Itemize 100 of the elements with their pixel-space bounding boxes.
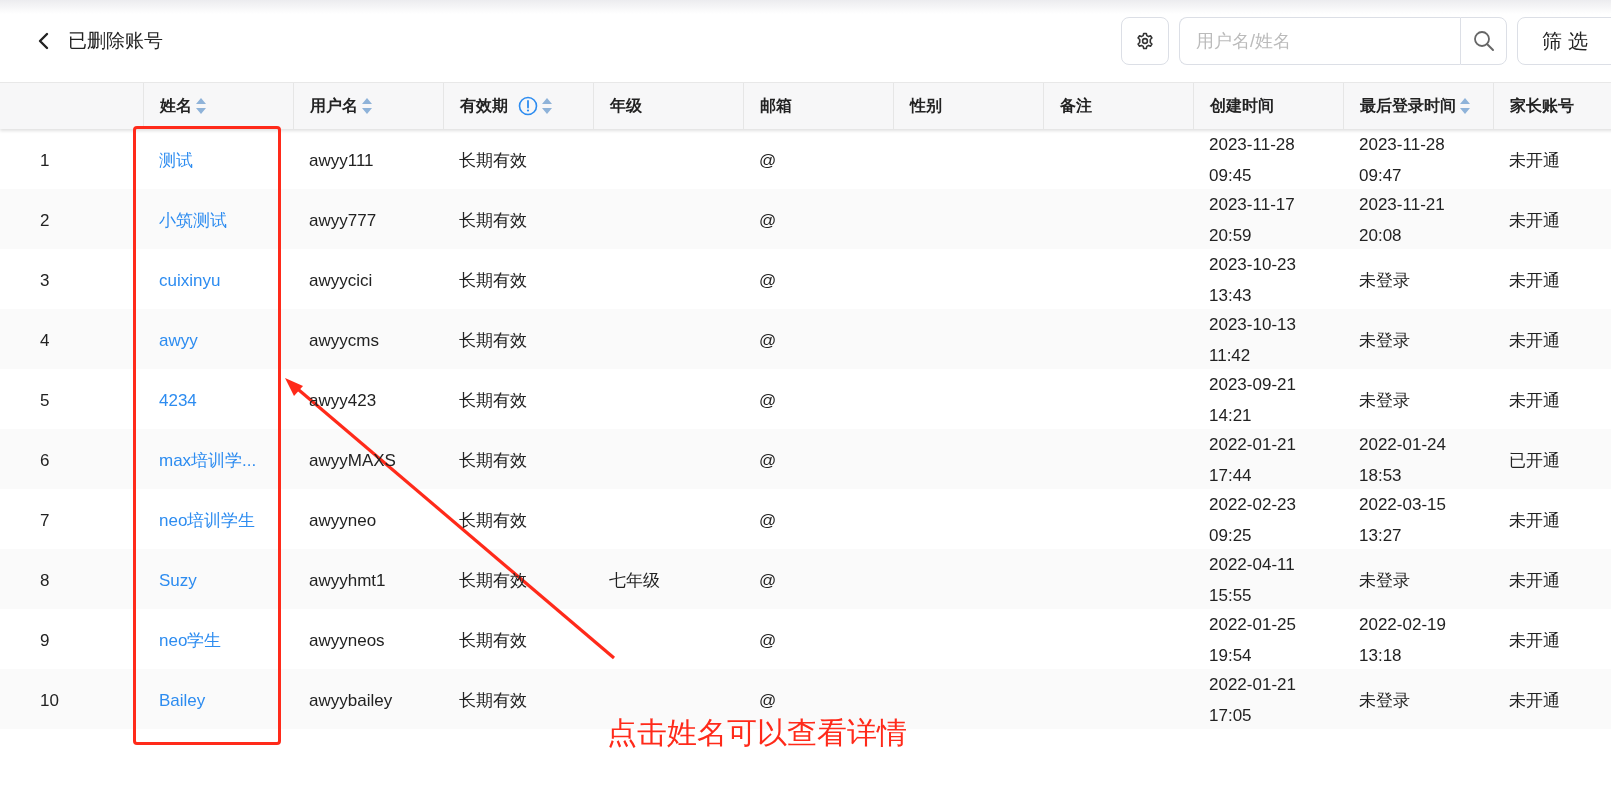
row-number: 1 xyxy=(40,149,50,172)
last-login-cell-text: 未登录 xyxy=(1359,269,1411,292)
column-header: 年级 xyxy=(610,95,642,116)
column-header: 备注 xyxy=(1060,95,1092,116)
parent-account-cell-text: 未开通 xyxy=(1509,509,1560,532)
sort-icon[interactable] xyxy=(542,98,552,114)
validity-cell-text: 长期有效 xyxy=(459,389,527,412)
settings-button[interactable] xyxy=(1121,17,1169,65)
annotation-text: 点击姓名可以查看详情 xyxy=(607,715,907,751)
parent-account-cell-text: 未开通 xyxy=(1509,629,1560,652)
created-time-cell-text: 2022-01-21 17:44 xyxy=(1209,434,1297,487)
email-cell-text: @ xyxy=(759,449,777,472)
created-time-cell-text: 2023-10-23 13:43 xyxy=(1209,254,1297,307)
validity-cell-text: 长期有效 xyxy=(459,209,527,232)
validity-cell-text: 长期有效 xyxy=(459,509,527,532)
chevron-left-icon xyxy=(38,32,50,50)
validity-cell-text: 长期有效 xyxy=(459,269,527,292)
sort-icon[interactable] xyxy=(196,98,206,114)
parent-account-cell-text: 未开通 xyxy=(1509,689,1560,712)
column-header: 用户名 xyxy=(310,95,358,116)
email-cell-text: @ xyxy=(759,329,777,352)
username-cell-text: awyyneo xyxy=(309,509,377,532)
created-time-cell-text: 2022-02-23 09:25 xyxy=(1209,494,1297,547)
parent-account-cell-text: 未开通 xyxy=(1509,269,1560,292)
last-login-cell-text: 2022-01-24 18:53 xyxy=(1359,434,1447,487)
column-header: 性别 xyxy=(910,95,942,116)
sort-icon[interactable] xyxy=(1460,98,1470,114)
name-link[interactable]: Suzy xyxy=(159,564,197,596)
search-icon xyxy=(1472,30,1495,52)
username-cell-text: awyy423 xyxy=(309,389,377,412)
email-cell-text: @ xyxy=(759,629,777,652)
name-link[interactable]: max培训学... xyxy=(159,444,257,476)
validity-cell-text: 长期有效 xyxy=(459,149,527,172)
validity-cell-text: 长期有效 xyxy=(459,629,527,652)
username-cell-text: awyycms xyxy=(309,329,379,352)
search-button[interactable] xyxy=(1460,17,1507,65)
filter-button[interactable]: 筛 选 xyxy=(1517,17,1611,65)
created-time-cell-text: 2022-01-21 17:05 xyxy=(1209,674,1297,727)
name-link[interactable]: cuixinyu xyxy=(159,264,221,296)
info-icon xyxy=(518,96,538,116)
last-login-cell-text: 未登录 xyxy=(1359,569,1411,592)
row-number: 3 xyxy=(40,269,50,292)
last-login-cell-text: 2023-11-21 20:08 xyxy=(1359,194,1446,247)
name-link[interactable]: neo学生 xyxy=(159,624,222,656)
row-number: 10 xyxy=(40,689,59,712)
parent-account-cell-text: 未开通 xyxy=(1509,149,1560,172)
parent-account-cell-text: 未开通 xyxy=(1509,209,1560,232)
last-login-cell-text: 2022-03-15 13:27 xyxy=(1359,494,1447,547)
parent-account-cell-text: 未开通 xyxy=(1509,569,1560,592)
row-number: 5 xyxy=(40,389,50,412)
last-login-cell-text: 2023-11-28 09:47 xyxy=(1359,134,1446,187)
validity-cell-text: 长期有效 xyxy=(459,449,527,472)
username-cell-text: awyy777 xyxy=(309,209,377,232)
validity-cell-text: 长期有效 xyxy=(459,329,527,352)
created-time-cell-text: 2023-11-17 20:59 xyxy=(1209,194,1296,247)
created-time-cell-text: 2023-09-21 14:21 xyxy=(1209,374,1297,427)
created-time-cell-text: 2022-01-25 19:54 xyxy=(1209,614,1297,667)
column-header: 有效期 xyxy=(460,95,508,116)
row-number: 8 xyxy=(40,569,50,592)
email-cell-text: @ xyxy=(759,209,777,232)
email-cell-text: @ xyxy=(759,149,777,172)
column-header: 姓名 xyxy=(160,95,192,116)
row-number: 6 xyxy=(40,449,50,472)
sort-icon[interactable] xyxy=(362,98,372,114)
column-header: 邮箱 xyxy=(760,95,792,116)
parent-account-cell-text: 未开通 xyxy=(1509,329,1560,352)
email-cell-text: @ xyxy=(759,389,777,412)
email-cell-text: @ xyxy=(759,509,777,532)
column-header: 家长账号 xyxy=(1510,95,1574,116)
name-link[interactable]: neo培训学生 xyxy=(159,504,256,536)
username-cell-text: awyyneos xyxy=(309,629,385,652)
last-login-cell-text: 未登录 xyxy=(1359,389,1411,412)
settings-icon xyxy=(1136,32,1154,50)
username-cell-text: awyycici xyxy=(309,269,373,292)
row-number: 7 xyxy=(40,509,50,532)
name-link[interactable]: awyy xyxy=(159,324,198,356)
last-login-cell-text: 2022-02-19 13:18 xyxy=(1359,614,1447,667)
row-number: 9 xyxy=(40,629,50,652)
username-cell-text: awyybailey xyxy=(309,689,393,712)
name-link[interactable]: 测试 xyxy=(159,144,193,176)
email-cell-text: @ xyxy=(759,569,777,592)
username-cell-text: awyyhmt1 xyxy=(309,569,386,592)
column-header: 创建时间 xyxy=(1210,95,1274,116)
name-link[interactable]: 4234 xyxy=(159,384,197,416)
username-cell-text: awyy111 xyxy=(309,149,374,172)
parent-account-cell-text: 已开通 xyxy=(1509,449,1560,472)
page-title: 已删除账号 xyxy=(68,29,163,53)
created-time-cell-text: 2023-10-13 11:42 xyxy=(1209,314,1297,367)
email-cell-text: @ xyxy=(759,689,777,712)
created-time-cell-text: 2022-04-11 15:55 xyxy=(1209,554,1296,607)
row-number: 4 xyxy=(40,329,50,352)
search-field[interactable]: 用户名/姓名 xyxy=(1179,17,1460,65)
validity-cell-text: 长期有效 xyxy=(459,689,527,712)
column-header: 最后登录时间 xyxy=(1360,95,1456,116)
name-link[interactable]: Bailey xyxy=(159,684,206,716)
name-link[interactable]: 小筑测试 xyxy=(159,204,227,236)
grade-cell-text: 七年级 xyxy=(609,569,660,592)
last-login-cell-text: 未登录 xyxy=(1359,689,1411,712)
email-cell-text: @ xyxy=(759,269,777,292)
parent-account-cell-text: 未开通 xyxy=(1509,389,1560,412)
